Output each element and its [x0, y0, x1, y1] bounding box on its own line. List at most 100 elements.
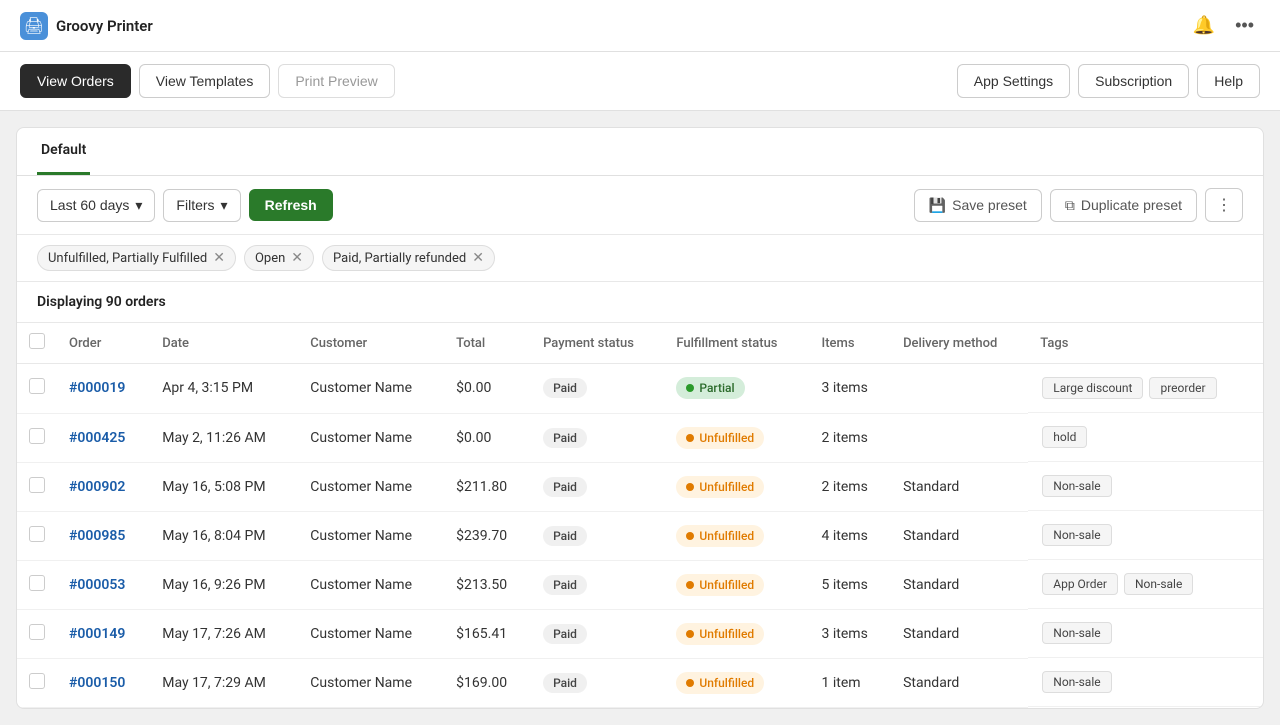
- row-checkbox-cell: [17, 364, 57, 414]
- col-header-tags: Tags: [1028, 323, 1263, 364]
- fulfillment-status: Unfulfilled: [664, 413, 809, 462]
- tag-pill: Non-sale: [1042, 622, 1111, 644]
- order-items: 2 items: [810, 413, 892, 462]
- refresh-button[interactable]: Refresh: [249, 189, 333, 221]
- order-date: May 2, 11:26 AM: [150, 413, 298, 462]
- fulfillment-status: Unfulfilled: [664, 658, 809, 707]
- row-checkbox[interactable]: [29, 428, 45, 444]
- col-header-items: Items: [810, 323, 892, 364]
- order-tags: App OrderNon-sale: [1028, 560, 1263, 609]
- order-customer: Customer Name: [298, 658, 444, 707]
- order-customer: Customer Name: [298, 413, 444, 462]
- order-id[interactable]: #000425: [57, 413, 150, 462]
- order-date: Apr 4, 3:15 PM: [150, 364, 298, 414]
- main-content: Default Last 60 days ▾ Filters ▾ Refresh…: [16, 127, 1264, 709]
- top-bar: 🖨 Groovy Printer 🔔 •••: [0, 0, 1280, 52]
- select-all-header[interactable]: [17, 323, 57, 364]
- col-header-delivery: Delivery method: [891, 323, 1028, 364]
- order-id[interactable]: #000150: [57, 658, 150, 707]
- delivery-method: Standard: [891, 462, 1028, 511]
- filter-row: Last 60 days ▾ Filters ▾ Refresh 💾 Save …: [17, 176, 1263, 235]
- view-templates-button[interactable]: View Templates: [139, 64, 271, 98]
- row-checkbox[interactable]: [29, 624, 45, 640]
- select-all-checkbox[interactable]: [29, 333, 45, 349]
- tag-pill: Large discount: [1042, 377, 1143, 399]
- payment-status: Paid: [531, 560, 664, 609]
- chevron-down-icon: ▾: [221, 197, 228, 214]
- col-header-date: Date: [150, 323, 298, 364]
- filter-tag-unfulfilled: Unfulfilled, Partially Fulfilled ✕: [37, 245, 236, 271]
- chevron-down-icon: ▾: [135, 197, 142, 214]
- view-orders-button[interactable]: View Orders: [20, 64, 131, 98]
- date-range-dropdown[interactable]: Last 60 days ▾: [37, 189, 155, 222]
- delivery-method: [891, 364, 1028, 414]
- help-button[interactable]: Help: [1197, 64, 1260, 98]
- print-preview-button[interactable]: Print Preview: [278, 64, 394, 98]
- payment-status: Paid: [531, 511, 664, 560]
- row-checkbox[interactable]: [29, 673, 45, 689]
- tag-pill: Non-sale: [1042, 524, 1111, 546]
- order-date: May 16, 5:08 PM: [150, 462, 298, 511]
- row-checkbox-cell: [17, 560, 57, 609]
- remove-open-filter[interactable]: ✕: [291, 250, 303, 266]
- subscription-button[interactable]: Subscription: [1078, 64, 1189, 98]
- remove-unfulfilled-filter[interactable]: ✕: [213, 250, 225, 266]
- row-checkbox-cell: [17, 462, 57, 511]
- table-row: #000150May 17, 7:29 AMCustomer Name$169.…: [17, 658, 1263, 707]
- filter-tag-paid: Paid, Partially refunded ✕: [322, 245, 495, 271]
- order-id[interactable]: #000053: [57, 560, 150, 609]
- order-customer: Customer Name: [298, 511, 444, 560]
- col-header-fulfillment: Fulfillment status: [664, 323, 809, 364]
- table-row: #000053May 16, 9:26 PMCustomer Name$213.…: [17, 560, 1263, 609]
- delivery-method: Standard: [891, 560, 1028, 609]
- order-tags: Non-sale: [1028, 658, 1263, 707]
- order-items: 5 items: [810, 560, 892, 609]
- order-total: $213.50: [444, 560, 531, 609]
- nav-left: View Orders View Templates Print Preview: [20, 64, 395, 98]
- order-id[interactable]: #000902: [57, 462, 150, 511]
- duplicate-preset-button[interactable]: ⧉ Duplicate preset: [1050, 189, 1197, 222]
- col-header-total: Total: [444, 323, 531, 364]
- order-id[interactable]: #000985: [57, 511, 150, 560]
- preset-actions: 💾 Save preset ⧉ Duplicate preset ⋮: [914, 188, 1243, 222]
- fulfillment-status: Partial: [664, 364, 809, 414]
- order-items: 3 items: [810, 609, 892, 658]
- app-settings-button[interactable]: App Settings: [957, 64, 1070, 98]
- save-icon: 💾: [929, 197, 946, 214]
- order-total: $211.80: [444, 462, 531, 511]
- top-bar-right: 🔔 •••: [1187, 9, 1260, 42]
- preset-more-button[interactable]: ⋮: [1205, 188, 1243, 222]
- order-customer: Customer Name: [298, 364, 444, 414]
- row-checkbox[interactable]: [29, 575, 45, 591]
- order-id[interactable]: #000149: [57, 609, 150, 658]
- order-customer: Customer Name: [298, 609, 444, 658]
- tab-default[interactable]: Default: [37, 128, 90, 175]
- app-title: Groovy Printer: [56, 17, 153, 35]
- filter-tag-unfulfilled-label: Unfulfilled, Partially Fulfilled: [48, 251, 207, 266]
- order-id[interactable]: #000019: [57, 364, 150, 414]
- row-checkbox[interactable]: [29, 378, 45, 394]
- payment-status: Paid: [531, 462, 664, 511]
- row-checkbox[interactable]: [29, 477, 45, 493]
- order-total: $0.00: [444, 413, 531, 462]
- payment-status: Paid: [531, 658, 664, 707]
- tag-pill: Non-sale: [1124, 573, 1193, 595]
- remove-paid-filter[interactable]: ✕: [472, 250, 484, 266]
- order-items: 2 items: [810, 462, 892, 511]
- app-icon: 🖨: [20, 12, 48, 40]
- order-items: 4 items: [810, 511, 892, 560]
- fulfillment-status: Unfulfilled: [664, 560, 809, 609]
- order-items: 1 item: [810, 658, 892, 707]
- row-checkbox[interactable]: [29, 526, 45, 542]
- order-tags: Non-sale: [1028, 609, 1263, 658]
- payment-status: Paid: [531, 364, 664, 414]
- top-bar-left: 🖨 Groovy Printer: [20, 12, 153, 40]
- order-customer: Customer Name: [298, 560, 444, 609]
- filters-dropdown[interactable]: Filters ▾: [163, 189, 240, 222]
- filter-tag-open-label: Open: [255, 251, 285, 266]
- save-preset-button[interactable]: 💾 Save preset: [914, 189, 1042, 222]
- more-options-button[interactable]: •••: [1229, 9, 1260, 42]
- delivery-method: Standard: [891, 658, 1028, 707]
- table-row: #000149May 17, 7:26 AMCustomer Name$165.…: [17, 609, 1263, 658]
- notification-bell-button[interactable]: 🔔: [1187, 9, 1221, 42]
